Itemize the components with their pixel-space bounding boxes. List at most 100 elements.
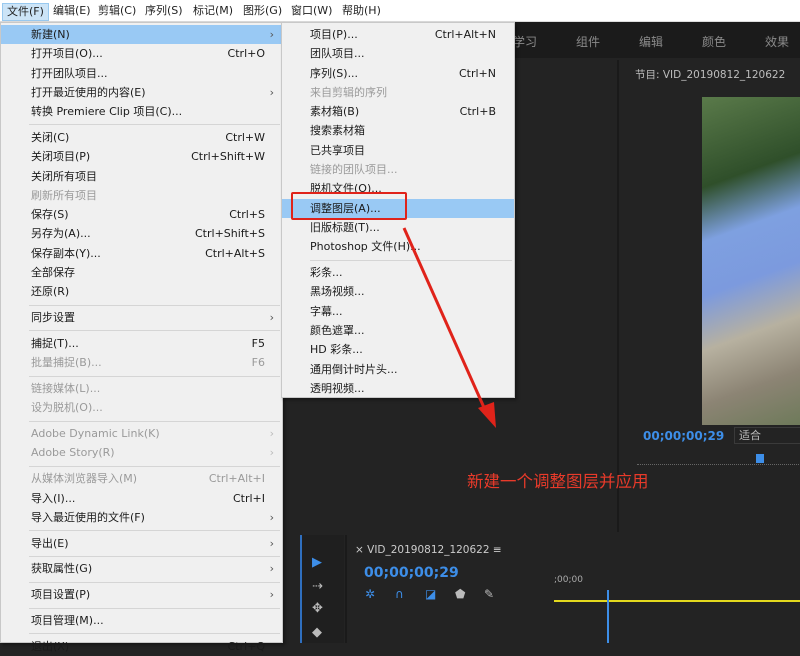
menu-item[interactable]: 颜色遮罩... bbox=[282, 321, 514, 340]
razor-tool-icon[interactable]: ◆ bbox=[312, 625, 322, 640]
annotation-text: 新建一个调整图层并应用 bbox=[467, 472, 649, 491]
nest-icon[interactable]: ✲ bbox=[365, 587, 375, 601]
menu-5[interactable]: 图形(G) bbox=[239, 3, 286, 21]
menu-item-label: 素材箱(B) bbox=[310, 105, 360, 119]
menu-item[interactable]: 导入(I)... Ctrl+I bbox=[1, 489, 282, 508]
menu-item[interactable]: 项目管理(M)... bbox=[1, 611, 282, 630]
menu-item: 链接媒体(L)... bbox=[1, 379, 282, 398]
menu-item[interactable]: 打开最近使用的内容(E) › bbox=[1, 83, 282, 102]
menu-item[interactable]: 转换 Premiere Clip 项目(C)... bbox=[1, 102, 282, 121]
chevron-right-icon: › bbox=[269, 446, 274, 460]
menu-item[interactable]: 关闭项目(P) Ctrl+Shift+W bbox=[1, 147, 282, 166]
add-marker-icon[interactable]: ⬟ bbox=[455, 587, 465, 601]
menu-4[interactable]: 标记(M) bbox=[189, 3, 237, 21]
menu-item[interactable]: Photoshop 文件(H)... bbox=[282, 237, 514, 256]
menu-item[interactable]: 打开项目(O)... Ctrl+O bbox=[1, 44, 282, 63]
menu-item[interactable]: 素材箱(B) Ctrl+B bbox=[282, 102, 514, 121]
workspace-tab[interactable]: 效果 bbox=[765, 33, 789, 50]
menu-item[interactable]: 打开团队项目... bbox=[1, 64, 282, 83]
menu-item-label: 链接媒体(L)... bbox=[31, 382, 101, 396]
menu-item[interactable]: 退出(X) Ctrl+Q bbox=[1, 637, 282, 656]
snap-icon[interactable]: ∩ bbox=[395, 587, 404, 601]
workspace-tab[interactable]: 编辑 bbox=[639, 33, 663, 50]
menu-item-label: 关闭(C) bbox=[31, 130, 70, 144]
menu-item[interactable]: 导出(E) › bbox=[1, 534, 282, 553]
workspace-tab[interactable]: 颜色 bbox=[702, 33, 726, 50]
menu-item[interactable]: 序列(S)... Ctrl+N bbox=[282, 64, 514, 83]
menu-item-shortcut: F5 bbox=[251, 336, 265, 350]
menu-item-label: 保存副本(Y)... bbox=[31, 246, 101, 260]
menu-item-label: 已共享项目 bbox=[310, 143, 365, 157]
linked-selection-icon[interactable]: ◪ bbox=[425, 587, 436, 601]
menu-item-label: 项目(P)... bbox=[310, 28, 358, 41]
workspace-tab[interactable]: 学习 bbox=[513, 33, 537, 50]
menu-item-label: 同步设置 bbox=[31, 311, 75, 325]
chevron-right-icon: › bbox=[269, 510, 274, 524]
menu-item[interactable]: 获取属性(G) › bbox=[1, 559, 282, 578]
menu-item[interactable]: 全部保存 bbox=[1, 263, 282, 282]
menu-item[interactable]: 黑场视频... bbox=[282, 282, 514, 301]
menu-item[interactable]: 导入最近使用的文件(F) › bbox=[1, 508, 282, 527]
menu-item[interactable]: 字幕... bbox=[282, 302, 514, 321]
selection-tool-icon[interactable]: ▶ bbox=[312, 555, 322, 570]
program-timecode[interactable]: 00;00;00;29 bbox=[643, 429, 724, 443]
menu-item-label: 颜色遮罩... bbox=[310, 323, 365, 337]
chevron-right-icon: › bbox=[269, 536, 274, 550]
work-area-bar[interactable] bbox=[554, 600, 800, 602]
menu-item: 链接的团队项目... bbox=[282, 160, 514, 179]
menu-item[interactable]: 搜索素材箱 bbox=[282, 121, 514, 140]
menu-item-label: 转换 Premiere Clip 项目(C)... bbox=[31, 105, 183, 119]
menu-bar: 文件(F) 编辑(E) 剪辑(C) 序列(S) 标记(M) 图形(G) 窗口(W) 帮助(H) bbox=[0, 0, 800, 22]
wrench-icon[interactable]: ✎ bbox=[484, 587, 494, 601]
ripple-edit-tool-icon[interactable]: ✥ bbox=[312, 601, 323, 616]
menu-item[interactable]: 新建(N) › bbox=[1, 25, 282, 45]
menu-item[interactable]: 关闭(C) Ctrl+W bbox=[1, 128, 282, 147]
fit-dropdown[interactable]: 适合 bbox=[734, 427, 800, 444]
menu-item[interactable]: HD 彩条... bbox=[282, 340, 514, 359]
menu-item[interactable]: 保存(S) Ctrl+S bbox=[1, 205, 282, 224]
menu-item[interactable]: 关闭所有项目 bbox=[1, 167, 282, 186]
menu-item: Adobe Story(R) › bbox=[1, 443, 282, 462]
annotation-highlight-box bbox=[291, 192, 407, 220]
menu-item-shortcut: Ctrl+Alt+S bbox=[205, 246, 265, 260]
menu-item-label: 旧版标题(T)... bbox=[310, 220, 380, 234]
program-playhead[interactable] bbox=[756, 454, 764, 463]
menu-item[interactable]: 项目(P)... Ctrl+Alt+N bbox=[282, 25, 514, 44]
menu-item-label: 获取属性(G) bbox=[31, 562, 93, 576]
menu-item[interactable]: 已共享项目 bbox=[282, 141, 514, 160]
menu-item[interactable]: 保存副本(Y)... Ctrl+Alt+S bbox=[1, 244, 282, 263]
program-ruler[interactable] bbox=[637, 453, 800, 465]
menu-item-label: 保存(S) bbox=[31, 208, 69, 222]
menu-item[interactable]: 通用倒计时片头... bbox=[282, 360, 514, 379]
menu-2[interactable]: 剪辑(C) bbox=[94, 3, 140, 21]
menu-item-label: 通用倒计时片头... bbox=[310, 362, 398, 376]
menu-item-label: 导入最近使用的文件(F) bbox=[31, 510, 145, 524]
timeline-timecode[interactable]: 00;00;00;29 bbox=[364, 565, 459, 581]
menu-item[interactable]: 项目设置(P) › bbox=[1, 585, 282, 604]
menu-item: 设为脱机(O)... bbox=[1, 398, 282, 417]
menu-item[interactable]: 旧版标题(T)... bbox=[282, 218, 514, 237]
menu-item-label: 打开最近使用的内容(E) bbox=[31, 85, 146, 99]
timeline-playhead[interactable] bbox=[607, 590, 609, 643]
menu-0[interactable]: 文件(F) bbox=[2, 3, 49, 21]
menu-item-label: 导入(I)... bbox=[31, 491, 76, 505]
menu-item-label: 项目设置(P) bbox=[31, 588, 91, 602]
menu-item-label: 来自剪辑的序列 bbox=[310, 85, 387, 99]
menu-1[interactable]: 编辑(E) bbox=[49, 3, 95, 21]
menu-item[interactable]: 另存为(A)... Ctrl+Shift+S bbox=[1, 224, 282, 243]
menu-3[interactable]: 序列(S) bbox=[141, 3, 187, 21]
track-select-tool-icon[interactable]: ⇢ bbox=[312, 579, 323, 594]
timeline-title[interactable]: × VID_20190812_120622 ≡ bbox=[355, 544, 502, 556]
menu-item[interactable]: 还原(R) bbox=[1, 282, 282, 301]
menu-item[interactable]: 捕捉(T)... F5 bbox=[1, 334, 282, 353]
menu-item[interactable]: 彩条... bbox=[282, 263, 514, 282]
menu-6[interactable]: 窗口(W) bbox=[287, 3, 336, 21]
workspace-tab[interactable]: 组件 bbox=[576, 33, 600, 50]
menu-item[interactable]: 同步设置 › bbox=[1, 308, 282, 327]
menu-item-label: 序列(S)... bbox=[310, 66, 359, 80]
menu-item[interactable]: 团队项目... bbox=[282, 44, 514, 63]
menu-item[interactable]: 透明视频... bbox=[282, 379, 514, 398]
timeline-ruler-label: ;00;00 bbox=[554, 575, 583, 585]
menu-item-shortcut: Ctrl+Shift+S bbox=[195, 227, 265, 241]
menu-7[interactable]: 帮助(H) bbox=[338, 3, 385, 21]
